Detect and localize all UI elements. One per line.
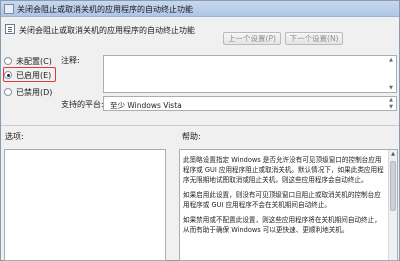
help-paragraph: 如果禁用或不配置此设置，则这些应用程序将在关机期间自动终止，从而有助于确保 Wi… <box>183 216 381 234</box>
enabled-highlight-box <box>3 67 56 82</box>
radio-not-configured[interactable]: 未配置(C) <box>4 55 52 67</box>
radio-not-configured-circle[interactable] <box>4 57 12 65</box>
next-setting-button[interactable]: 下一个设置(N) <box>285 32 343 45</box>
options-pane <box>4 149 166 261</box>
help-paragraph: 如果启用此设置，则没有可见顶级窗口且阻止或取消关机的控制台应用程序或 GUI 应… <box>183 191 381 209</box>
window-title: 关闭会阻止或取消关机的应用程序的自动终止功能 <box>17 5 193 14</box>
scroll-thumb[interactable] <box>390 161 396 211</box>
radio-disabled-label: 已禁用(D) <box>16 87 53 97</box>
scroll-up-icon[interactable]: ▲ <box>389 150 397 159</box>
supported-platforms-field: 至少 Windows Vista ▲ ▼ <box>103 96 397 111</box>
policy-setting-dialog: 关闭会阻止或取消关机的应用程序的自动终止功能 关闭会阻止或取消关机的应用程序的自… <box>0 0 400 261</box>
section-divider <box>1 125 399 126</box>
previous-setting-button[interactable]: 上一个设置(P) <box>223 32 281 45</box>
supported-platforms-value: 至少 Windows Vista <box>110 101 182 110</box>
window-icon <box>4 4 14 14</box>
radio-disabled-circle[interactable] <box>4 88 12 96</box>
help-scrollbar[interactable]: ▲ <box>388 150 397 260</box>
options-section-label: 选项: <box>5 132 24 141</box>
supported-scroll-down-icon[interactable]: ▼ <box>387 104 395 110</box>
comment-label: 注释: <box>61 56 80 65</box>
comment-field[interactable]: ▲ ▼ <box>103 55 397 93</box>
comment-scroll-up-icon[interactable]: ▲ <box>387 57 395 63</box>
help-section-label: 帮助: <box>182 132 201 141</box>
radio-not-configured-label: 未配置(C) <box>16 56 52 66</box>
help-pane: 此策略设置指定 Windows 是否允许没有可见顶级窗口的控制台应用程序或 GU… <box>179 149 398 261</box>
title-bar: 关闭会阻止或取消关机的应用程序的自动终止功能 <box>1 1 399 17</box>
supported-scroll-up-icon[interactable]: ▲ <box>387 97 395 103</box>
supported-platforms-label: 支持的平台: <box>61 100 104 109</box>
radio-disabled[interactable]: 已禁用(D) <box>4 86 52 98</box>
policy-title: 关闭会阻止或取消关机的应用程序的自动终止功能 <box>19 26 195 35</box>
help-paragraph: 此策略设置指定 Windows 是否允许没有可见顶级窗口的控制台应用程序或 GU… <box>183 156 384 184</box>
comment-scroll-down-icon[interactable]: ▼ <box>387 85 395 91</box>
policy-icon <box>5 24 15 34</box>
